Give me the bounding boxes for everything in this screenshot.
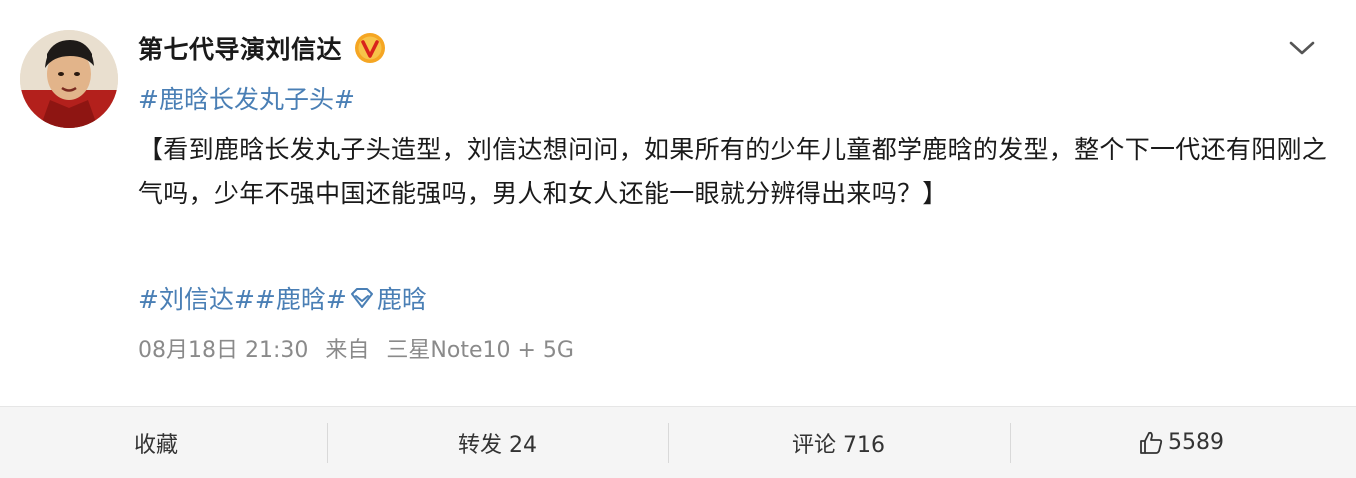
like-count: 5589 [1168,430,1224,455]
verified-v-badge-icon [355,33,386,63]
like-button[interactable]: 5589 [1138,407,1224,478]
post-meta: 08月18日 21:30 来自 三星Note10 + 5G [138,332,584,364]
repost-button[interactable]: 转发 24 [458,407,537,478]
favorite-label: 收藏 [134,432,179,458]
tag-link[interactable]: #刘信达# [138,280,255,316]
super-topic-link[interactable]: 鹿晗 [377,280,427,316]
divider [668,423,669,463]
source-device: 三星Note10 + 5G [386,338,574,363]
comment-button[interactable]: 评论 716 [792,407,885,478]
author-name[interactable]: 第七代导演刘信达 [138,30,342,66]
favorite-button[interactable]: 收藏 [134,407,178,478]
tag-link[interactable]: #鹿晗# [255,280,347,316]
divider [1010,423,1011,463]
action-bar: 收藏 转发 24 评论 716 5589 [0,407,1356,478]
thumbs-up-icon [1140,431,1163,454]
topic-link[interactable]: #鹿晗长发丸子头# [138,80,355,116]
avatar[interactable] [20,30,118,128]
comment-label: 评论 716 [792,432,885,458]
tags-row: #刘信达# #鹿晗# 鹿晗 [138,280,427,316]
weibo-post-card: 第七代导演刘信达 #鹿晗长发丸子头# 【看到鹿晗长发丸子头造型，刘信达想问问，如… [0,0,1356,478]
post-content: 【看到鹿晗长发丸子头造型，刘信达想问问，如果所有的少年儿童都学鹿晗的发型，整个下… [138,135,1328,208]
chevron-down-icon[interactable] [1288,38,1316,58]
avatar-image [20,30,118,128]
post-time[interactable]: 08月18日 21:30 [138,338,308,363]
repost-label: 转发 24 [458,432,537,458]
author-row: 第七代导演刘信达 [138,28,386,68]
source-prefix: 来自 [325,338,370,363]
super-topic-icon [350,288,373,308]
divider [327,423,328,463]
